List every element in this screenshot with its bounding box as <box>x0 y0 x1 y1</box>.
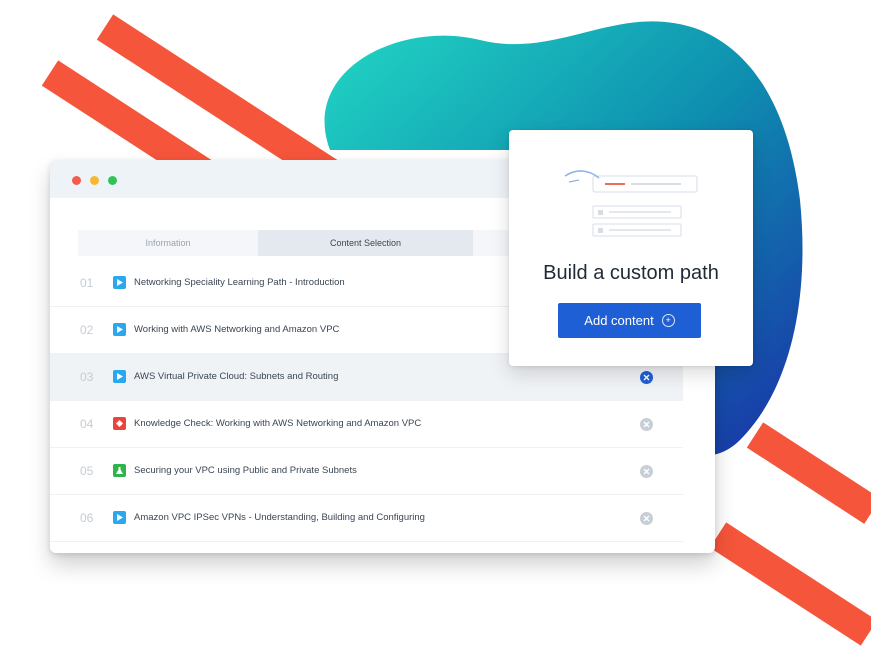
row-number: 02 <box>80 323 94 337</box>
remove-icon[interactable] <box>640 512 653 525</box>
row-title: Securing your VPC using Public and Priva… <box>134 465 357 476</box>
row-title: AWS Virtual Private Cloud: Subnets and R… <box>134 371 339 382</box>
card-title: Build a custom path <box>543 262 719 284</box>
row-title: Working with AWS Networking and Amazon V… <box>134 324 340 335</box>
play-icon <box>113 323 126 336</box>
quiz-icon <box>113 417 126 430</box>
row-number: 05 <box>80 464 94 478</box>
row-title: Amazon VPC IPSec VPNs - Understanding, B… <box>134 512 425 523</box>
tab-content-selection[interactable]: Content Selection <box>258 230 473 256</box>
build-path-card: Build a custom path Add content + <box>509 130 753 366</box>
add-content-button[interactable]: Add content + <box>558 303 701 338</box>
row-number: 03 <box>80 370 94 384</box>
row-title: Networking Speciality Learning Path - In… <box>134 277 345 288</box>
maximize-window-dot[interactable] <box>108 176 117 185</box>
remove-icon[interactable] <box>640 418 653 431</box>
list-item[interactable]: 04 Knowledge Check: Working with AWS Netw… <box>50 401 683 448</box>
plus-icon: + <box>661 314 675 327</box>
list-item[interactable]: 06 Amazon VPC IPSec VPNs - Understanding,… <box>50 495 683 542</box>
tab-information[interactable]: Information <box>78 230 258 256</box>
add-content-label: Add content <box>584 313 654 328</box>
play-icon <box>113 370 126 383</box>
row-number: 01 <box>80 276 94 290</box>
row-number: 06 <box>80 511 94 525</box>
minimize-window-dot[interactable] <box>90 176 99 185</box>
row-number: 04 <box>80 417 94 431</box>
play-icon <box>113 511 126 524</box>
remove-icon[interactable] <box>640 465 653 478</box>
close-window-dot[interactable] <box>72 176 81 185</box>
play-icon <box>113 276 126 289</box>
remove-icon[interactable] <box>640 371 653 384</box>
list-item[interactable]: 05 Securing your VPC using Public and Pri… <box>50 448 683 495</box>
row-title: Knowledge Check: Working with AWS Networ… <box>134 418 422 429</box>
lab-icon <box>113 464 126 477</box>
path-illustration-icon <box>564 170 698 237</box>
